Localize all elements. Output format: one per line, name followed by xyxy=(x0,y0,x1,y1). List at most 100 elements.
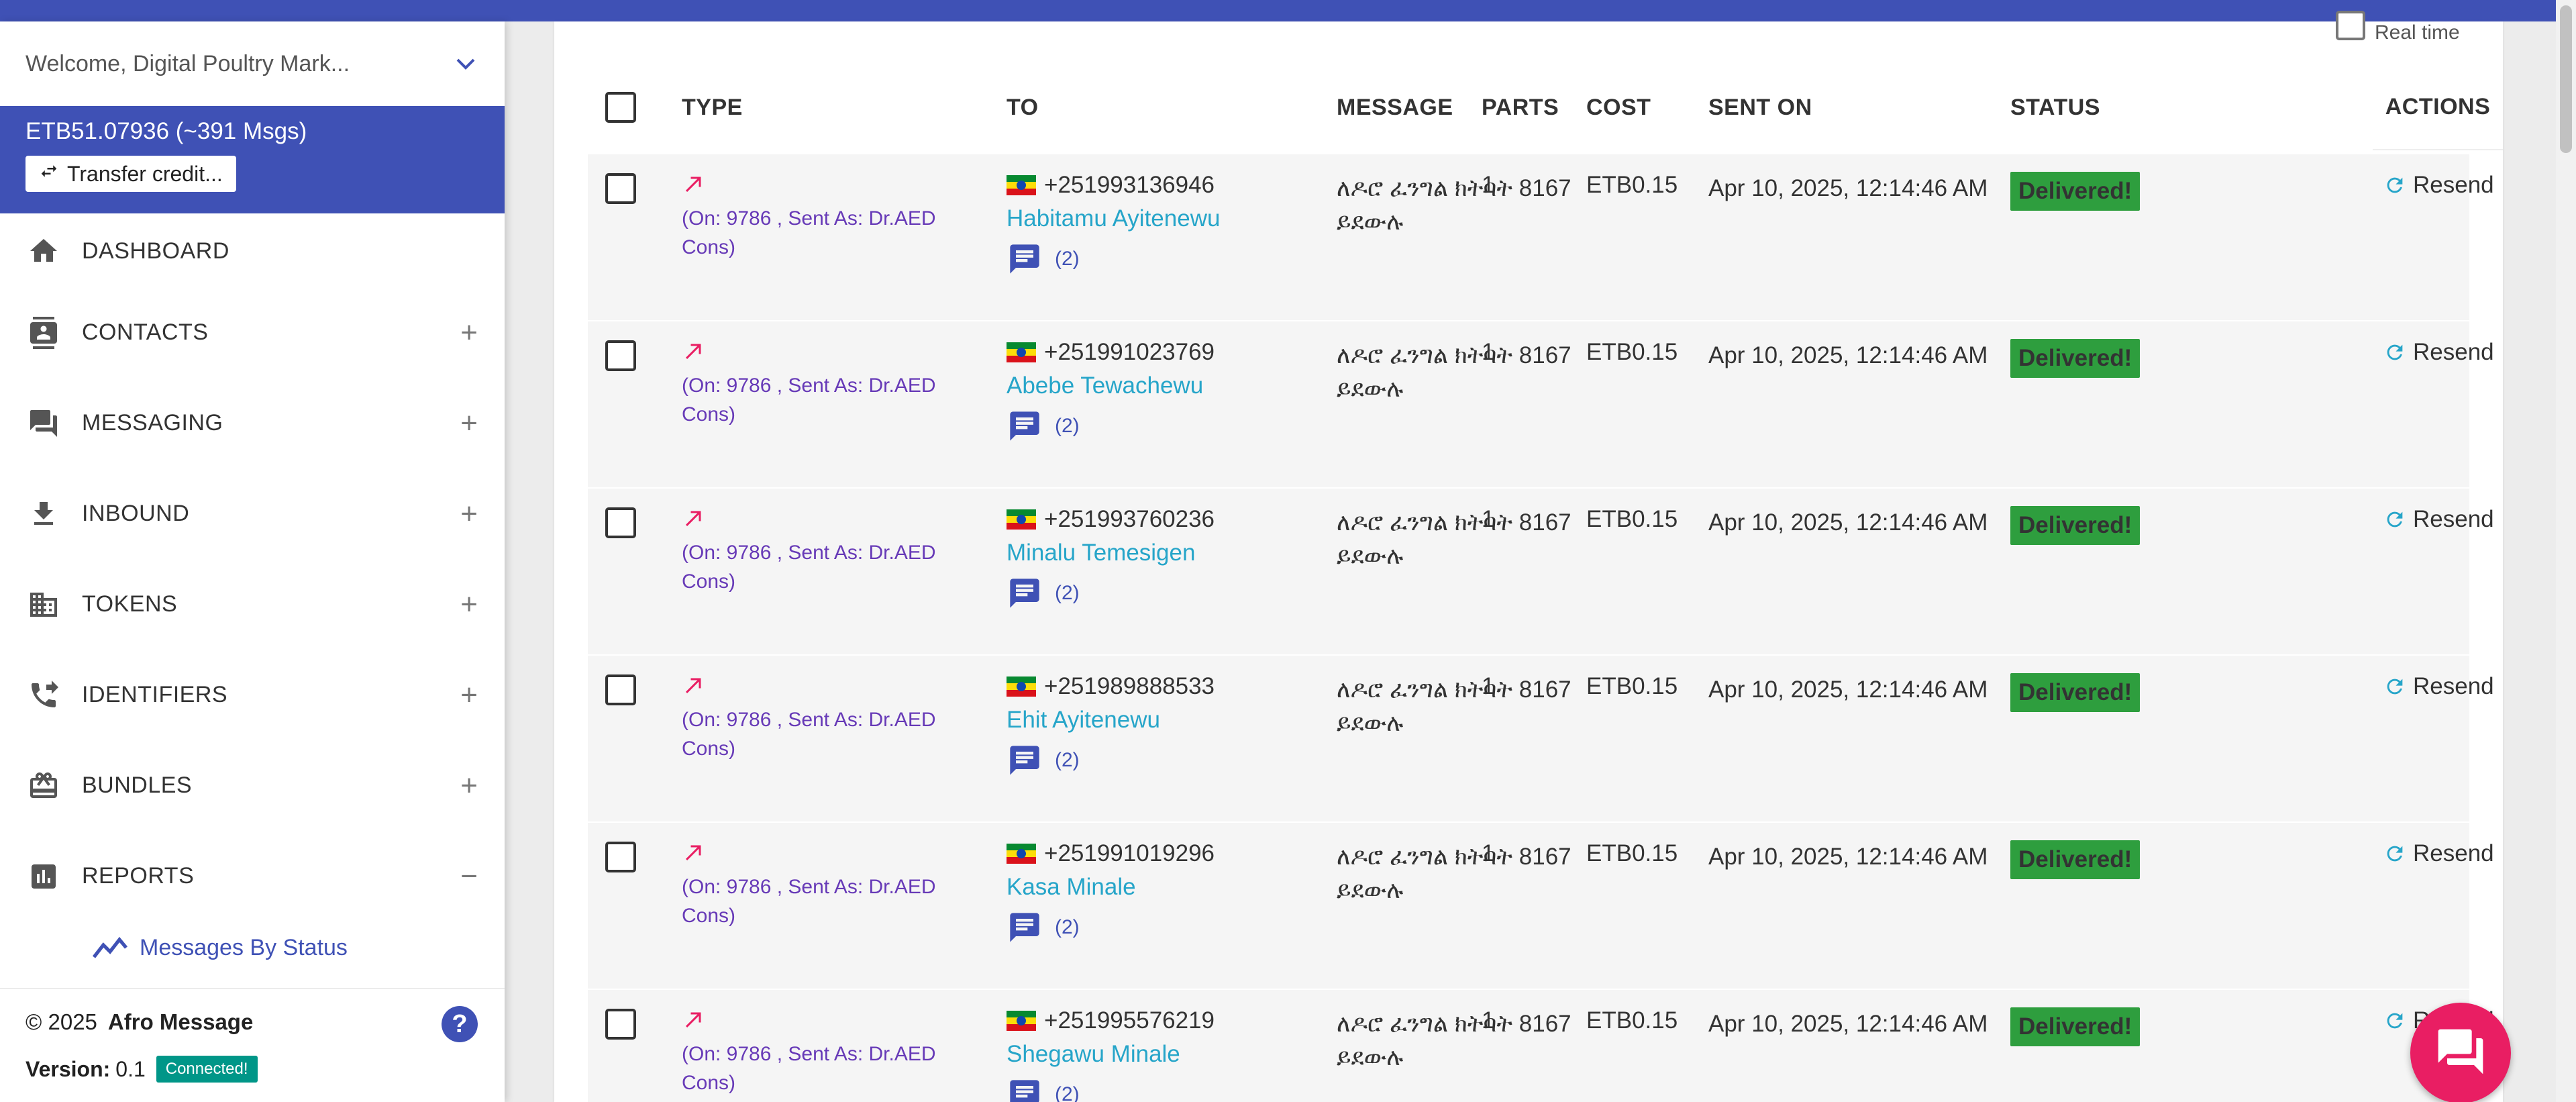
header-cost[interactable]: COST xyxy=(1586,64,1651,150)
header-sent-on[interactable]: SENT ON xyxy=(1708,64,1812,150)
expand-toggle[interactable]: + xyxy=(460,316,478,350)
message-thread-link[interactable]: (2) xyxy=(1007,743,1080,778)
expand-toggle[interactable]: + xyxy=(460,769,478,803)
sidebar-item-label: TOKENS xyxy=(82,591,178,617)
phone-number: +251989888533 xyxy=(1044,673,1215,699)
home-icon xyxy=(25,233,62,269)
cost-value: ETB0.15 xyxy=(1586,673,1678,699)
chat-icon xyxy=(25,405,62,442)
resend-button[interactable]: Resend xyxy=(2383,673,2494,700)
sidebar-item-tokens[interactable]: TOKENS + xyxy=(0,559,505,650)
expand-toggle[interactable]: + xyxy=(460,497,478,531)
table-row: (On: 9786 , Sent As: Dr.AED Cons) +25199… xyxy=(588,154,2494,321)
header-type[interactable]: TYPE xyxy=(682,64,743,150)
refresh-icon xyxy=(2383,508,2406,531)
sidebar-item-identifiers[interactable]: IDENTIFIERS + xyxy=(0,650,505,740)
message-thread-link[interactable]: (2) xyxy=(1007,910,1080,945)
direction-info: (On: 9786 , Sent As: Dr.AED Cons) xyxy=(682,876,936,927)
message-icon xyxy=(1007,576,1043,611)
sidebar-footer: © 2025 Afro Message ? Version: 0.1 Conne… xyxy=(0,988,505,1102)
balance-text: ETB51.07936 (~391 Msgs) xyxy=(25,118,307,144)
row-checkbox[interactable] xyxy=(605,340,636,371)
message-count: (2) xyxy=(1055,415,1080,437)
sidebar-item-messaging[interactable]: MESSAGING + xyxy=(0,378,505,468)
live-chat-button[interactable] xyxy=(2410,1003,2511,1102)
table-row: (On: 9786 , Sent As: Dr.AED Cons) +25199… xyxy=(588,823,2494,990)
parts-value: 1 xyxy=(1482,339,1495,365)
header-to[interactable]: TO xyxy=(1007,64,1039,150)
help-icon[interactable]: ? xyxy=(442,1006,478,1042)
recipient-phone: +251991019296 xyxy=(1007,840,1215,867)
outbound-arrow-icon xyxy=(682,172,706,202)
expand-toggle[interactable]: + xyxy=(460,407,478,440)
resend-label: Resend xyxy=(2413,673,2494,699)
resend-label: Resend xyxy=(2413,172,2494,198)
parts-value: 1 xyxy=(1482,172,1495,198)
sidebar-item-inbound[interactable]: INBOUND + xyxy=(0,468,505,559)
status-badge: Delivered! xyxy=(2010,673,2141,712)
gift-icon xyxy=(25,768,62,804)
bar-chart-icon xyxy=(25,858,62,895)
expand-toggle[interactable]: + xyxy=(460,588,478,621)
chevron-down-icon[interactable] xyxy=(452,50,479,77)
message-thread-link[interactable]: (2) xyxy=(1007,242,1080,277)
phone-number: +251991019296 xyxy=(1044,840,1215,866)
row-checkbox[interactable] xyxy=(605,842,636,872)
sidebar-item-label: IDENTIFIERS xyxy=(82,682,228,707)
header-parts[interactable]: PARTS xyxy=(1482,64,1559,150)
contact-name-link[interactable]: Ehit Ayitenewu xyxy=(1007,707,1160,734)
building-icon xyxy=(25,587,62,623)
select-all-checkbox[interactable] xyxy=(605,92,636,123)
page-scrollbar[interactable] xyxy=(2556,0,2576,1102)
contact-name-link[interactable]: Minalu Temesigen xyxy=(1007,540,1195,566)
collapse-toggle[interactable]: − xyxy=(460,860,478,893)
message-thread-link[interactable]: (2) xyxy=(1007,409,1080,444)
contacts-icon xyxy=(25,315,62,351)
direction-info: (On: 9786 , Sent As: Dr.AED Cons) xyxy=(682,1043,936,1094)
direction-info: (On: 9786 , Sent As: Dr.AED Cons) xyxy=(682,709,936,760)
sidebar-item-dashboard[interactable]: DASHBOARD xyxy=(0,215,505,287)
header-status[interactable]: STATUS xyxy=(2010,64,2100,150)
sidebar-item-label: DASHBOARD xyxy=(82,238,229,264)
contact-name-link[interactable]: Kasa Minale xyxy=(1007,874,1136,901)
phone-forward-icon xyxy=(25,677,62,713)
sidebar-item-contacts[interactable]: CONTACTS + xyxy=(0,287,505,378)
contact-name-link[interactable]: Abebe Tewachewu xyxy=(1007,372,1203,399)
phone-number: +251993760236 xyxy=(1044,506,1215,532)
row-checkbox[interactable] xyxy=(605,1009,636,1040)
sidebar-item-bundles[interactable]: BUNDLES + xyxy=(0,740,505,831)
row-checkbox[interactable] xyxy=(605,674,636,705)
sidebar-item-label: INBOUND xyxy=(82,501,190,526)
sidebar-subitem-messages-by-status[interactable]: Messages By Status xyxy=(0,921,505,974)
contact-name-link[interactable]: Habitamu Ayitenewu xyxy=(1007,205,1220,232)
download-icon xyxy=(25,496,62,532)
parts-value: 1 xyxy=(1482,840,1495,866)
sent-on-value: Apr 10, 2025, 12:14:46 AM xyxy=(1708,342,1988,368)
realtime-toggle[interactable]: Real time xyxy=(2336,11,2460,44)
contact-name-link[interactable]: Shegawu Minale xyxy=(1007,1041,1180,1068)
message-icon xyxy=(1007,409,1043,444)
resend-button[interactable]: Resend xyxy=(2383,172,2494,199)
resend-button[interactable]: Resend xyxy=(2383,506,2494,533)
message-thread-link[interactable]: (2) xyxy=(1007,1077,1080,1102)
ethiopia-flag-icon xyxy=(1007,342,1036,362)
scrollbar-thumb[interactable] xyxy=(2560,5,2572,153)
recipient-phone: +251993136946 xyxy=(1007,172,1215,199)
table-body: (On: 9786 , Sent As: Dr.AED Cons) +25199… xyxy=(588,154,2494,1102)
sidebar-item-reports[interactable]: REPORTS − xyxy=(0,831,505,921)
sidebar-item-label: BUNDLES xyxy=(82,772,193,798)
resend-button[interactable]: Resend xyxy=(2383,840,2494,867)
row-checkbox[interactable] xyxy=(605,507,636,538)
expand-toggle[interactable]: + xyxy=(460,679,478,712)
row-checkbox[interactable] xyxy=(605,173,636,204)
welcome-menu[interactable]: Welcome, Digital Poultry Mark... xyxy=(0,21,505,106)
resend-button[interactable]: Resend xyxy=(2383,339,2494,366)
refresh-icon xyxy=(2383,341,2406,364)
message-thread-link[interactable]: (2) xyxy=(1007,576,1080,611)
sent-on-value: Apr 10, 2025, 12:14:46 AM xyxy=(1708,677,1988,703)
message-count: (2) xyxy=(1055,1083,1080,1102)
realtime-checkbox[interactable] xyxy=(2336,11,2365,40)
transfer-credit-button[interactable]: Transfer credit... xyxy=(25,156,236,192)
header-message[interactable]: MESSAGE xyxy=(1337,64,1453,150)
table-row: (On: 9786 , Sent As: Dr.AED Cons) +25199… xyxy=(588,321,2494,489)
